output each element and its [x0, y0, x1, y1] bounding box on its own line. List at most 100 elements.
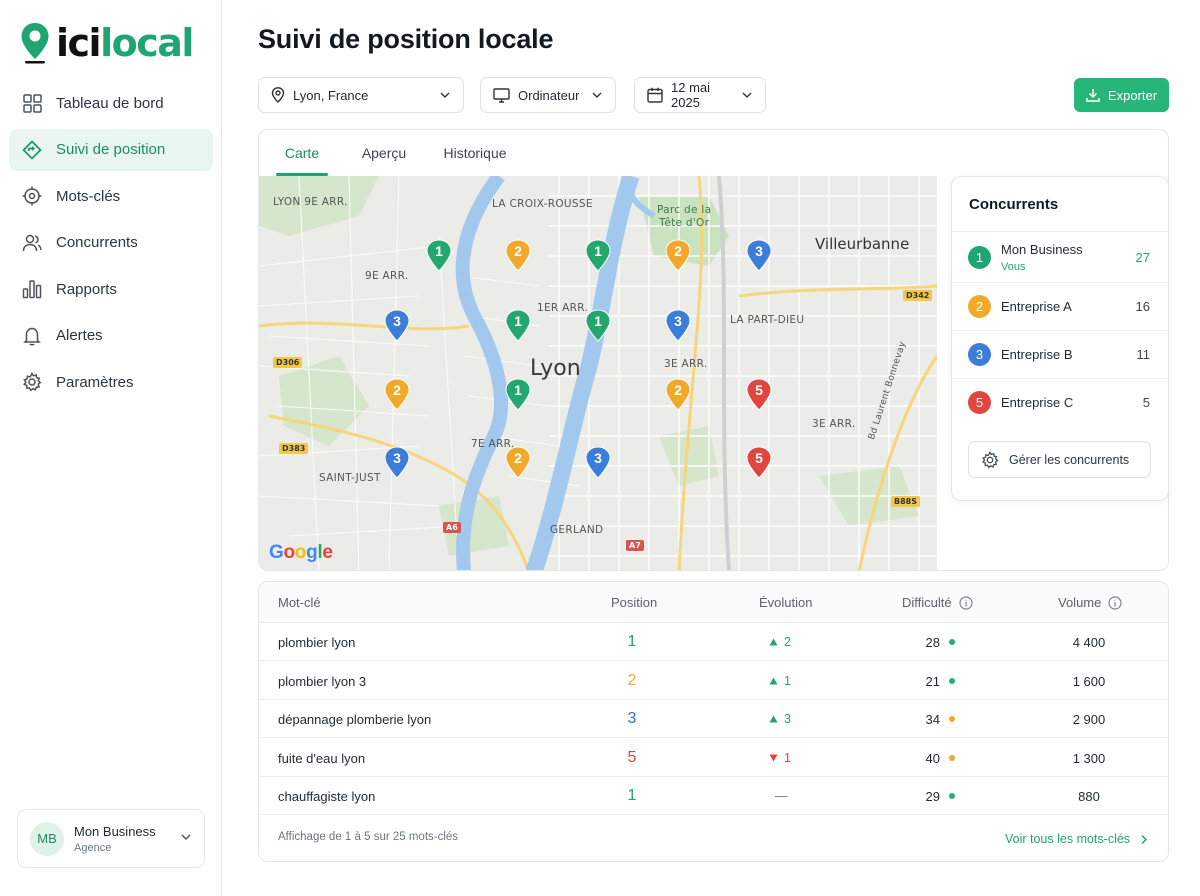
competitor-name: Entreprise B: [1001, 347, 1073, 362]
download-icon: [1086, 89, 1100, 102]
tab-history[interactable]: Historique: [437, 130, 513, 176]
competitor-row[interactable]: 5 Entreprise C 5: [952, 378, 1168, 426]
road-badge: D383: [279, 443, 309, 454]
location-select[interactable]: Lyon, France: [258, 77, 464, 113]
column-header-difficulty[interactable]: Difficulté: [902, 582, 973, 623]
map-pin-rank-3[interactable]: 3: [746, 239, 772, 272]
map-pin-rank-2[interactable]: 2: [384, 378, 410, 411]
sidebar-item-label: Concurrents: [56, 234, 138, 251]
info-icon[interactable]: [959, 595, 973, 610]
keyword-cell: plombier lyon: [278, 634, 356, 650]
date-select[interactable]: 12 mai 2025: [634, 77, 766, 113]
position-cell: 3: [627, 710, 637, 727]
map-label: 1ER ARR.: [537, 302, 589, 314]
view-all-keywords-link[interactable]: Voir tous les mots-clés: [1005, 832, 1148, 846]
sidebar-item-keywords[interactable]: Mots-clés: [9, 175, 213, 217]
column-header-evolution[interactable]: Évolution: [759, 582, 812, 623]
table-row[interactable]: dépannage plomberie lyon 3 3 34 2 900: [259, 700, 1168, 738]
evolution-cell: 3: [769, 700, 791, 738]
column-header-position[interactable]: Position: [611, 582, 657, 623]
competitor-row[interactable]: 3 Entreprise B 11: [952, 330, 1168, 378]
volume-cell: 2 900: [1072, 711, 1106, 727]
sidebar-nav: Tableau de bord Suivi de position Mots-c…: [9, 82, 213, 408]
volume-cell: 1 600: [1072, 673, 1106, 689]
manage-competitors-button[interactable]: Gérer les concurrents: [968, 441, 1151, 478]
arrow-down-icon: [769, 754, 778, 762]
manage-competitors-label: Gérer les concurrents: [1009, 452, 1130, 467]
map-pin-rank-2[interactable]: 2: [505, 446, 531, 479]
map-pin-rank-1[interactable]: 1: [505, 309, 531, 342]
sidebar-item-alerts[interactable]: Alertes: [9, 315, 213, 357]
map-pin-rank-3[interactable]: 3: [665, 309, 691, 342]
arrow-up-icon: [769, 638, 778, 646]
sidebar-item-label: Rapports: [56, 280, 117, 298]
map-label: Parc de la Tête d'Or: [657, 204, 712, 229]
competitor-name: Mon Business: [1001, 241, 1083, 257]
export-button[interactable]: Exporter: [1074, 78, 1169, 112]
difficulty-dot: [949, 755, 955, 761]
users-icon: [22, 233, 42, 253]
page-title: Suivi de position locale: [258, 24, 554, 54]
map-pin-rank-1[interactable]: 1: [585, 309, 611, 342]
difficulty-cell: 29: [915, 777, 955, 815]
tab-overview[interactable]: Aperçu: [353, 130, 415, 176]
calendar-icon: [647, 87, 663, 103]
rank-badge: 2: [968, 295, 991, 318]
column-header-volume[interactable]: Volume: [1058, 582, 1122, 623]
map-pin-rank-1[interactable]: 1: [505, 378, 531, 411]
competitor-row[interactable]: 1 Mon Business Vous 27: [952, 231, 1168, 282]
rank-badge: 5: [968, 391, 991, 414]
map-pin-rank-1[interactable]: 1: [585, 239, 611, 272]
arrow-up-icon: [769, 715, 778, 723]
table-row[interactable]: chauffagiste lyon 1 — 29 880: [259, 777, 1168, 815]
difficulty-cell: 28: [915, 623, 955, 661]
table-row[interactable]: fuite d'eau lyon 5 1 40 1 300: [259, 739, 1168, 777]
sidebar-item-label: Tableau de bord: [56, 94, 164, 112]
map-pin-rank-3[interactable]: 3: [384, 446, 410, 479]
view-all-label: Voir tous les mots-clés: [1005, 832, 1131, 846]
map-pin-rank-5[interactable]: 5: [746, 378, 772, 411]
sidebar-item-reports[interactable]: Rapports: [9, 268, 213, 310]
map-pin-rank-2[interactable]: 2: [505, 239, 531, 272]
chevron-down-icon: [439, 89, 451, 101]
position-cell: 5: [627, 749, 637, 766]
sidebar-item-position-tracking[interactable]: Suivi de position: [9, 128, 213, 171]
column-header-label: Difficulté: [902, 595, 952, 610]
competitor-row[interactable]: 2 Entreprise A 16: [952, 282, 1168, 330]
gear-icon: [982, 450, 999, 468]
brand-name: icilocal: [56, 21, 194, 65]
table-row[interactable]: plombier lyon 3 2 1 21 1 600: [259, 662, 1168, 700]
keyword-cell: dépannage plomberie lyon: [278, 711, 432, 727]
position-cell: 2: [627, 672, 637, 689]
map-pin-icon: [271, 87, 285, 103]
device-select[interactable]: Ordinateur: [480, 77, 616, 113]
map-label: LYON 9E ARR.: [273, 196, 348, 208]
map-label: LA CROIX-ROUSSE: [492, 198, 593, 210]
map-pin-rank-3[interactable]: 3: [384, 309, 410, 342]
sidebar-item-competitors[interactable]: Concurrents: [9, 222, 213, 264]
bar-chart-icon: [22, 279, 42, 299]
diamond-icon: [22, 139, 42, 160]
column-header-label: Volume: [1058, 595, 1102, 610]
volume-cell: 4 400: [1072, 634, 1106, 650]
map-label: LA PART-DIEU: [730, 314, 805, 326]
map-view[interactable]: LYON 9E ARR. LA CROIX-ROUSSE Parc de la T…: [259, 176, 937, 570]
brand-logo[interactable]: icilocal: [20, 21, 194, 65]
chevron-down-icon: [180, 830, 192, 848]
map-pin-rank-2[interactable]: 2: [665, 378, 691, 411]
device-value: Ordinateur: [518, 87, 580, 103]
map-pin-rank-5[interactable]: 5: [746, 446, 772, 479]
map-pin-rank-2[interactable]: 2: [665, 239, 691, 272]
sidebar-item-dashboard[interactable]: Tableau de bord: [9, 82, 213, 124]
account-switcher[interactable]: MB Mon Business Agence: [17, 809, 205, 868]
table-row[interactable]: plombier lyon 1 2 28 4 400: [259, 623, 1168, 661]
map-pin-rank-1[interactable]: 1: [426, 239, 452, 272]
sidebar-item-settings[interactable]: Paramètres: [9, 361, 213, 403]
sidebar: icilocal Tableau de bord Suivi de positi…: [0, 0, 222, 896]
keyword-cell: chauffagiste lyon: [278, 788, 376, 804]
position-cell: 1: [627, 787, 637, 804]
tab-map[interactable]: Carte: [276, 130, 328, 176]
column-header-keyword[interactable]: Mot-clé: [278, 582, 321, 623]
map-pin-rank-3[interactable]: 3: [585, 446, 611, 479]
info-icon[interactable]: [1108, 595, 1122, 610]
